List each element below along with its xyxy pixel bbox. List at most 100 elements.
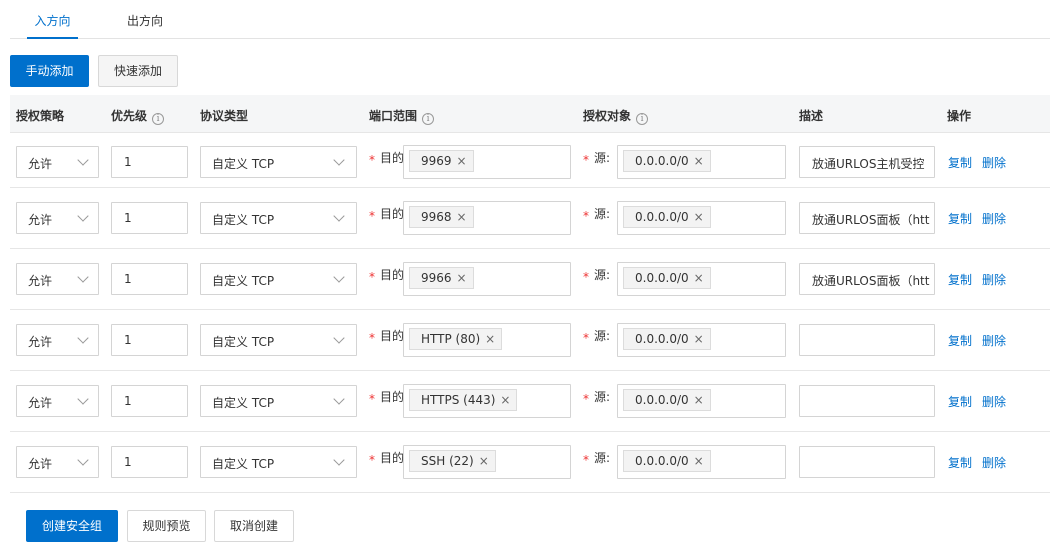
protocol-select-value: 自定义 TCP (212, 335, 275, 349)
priority-input[interactable]: 1 (111, 324, 188, 356)
cancel-create-button[interactable]: 取消创建 (214, 510, 294, 542)
close-icon[interactable]: × (500, 393, 510, 407)
delete-link[interactable]: 删除 (982, 393, 1006, 410)
close-icon[interactable]: × (457, 154, 467, 168)
description-input[interactable]: 放通URLOS面板（htt (799, 263, 935, 295)
source-tag-label: 0.0.0.0/0 (635, 332, 689, 346)
auth-object-field[interactable]: 0.0.0.0/0 × (617, 201, 786, 235)
protocol-select[interactable]: 自定义 TCP (200, 385, 357, 417)
tab-outbound[interactable]: 出方向 (127, 12, 163, 39)
port-tag: HTTP (80) × (409, 328, 503, 350)
policy-select[interactable]: 允许 (16, 202, 99, 234)
priority-value: 1 (124, 333, 132, 347)
required-mark: * (369, 331, 375, 345)
chevron-down-icon (333, 154, 345, 166)
copy-link[interactable]: 复制 (948, 332, 972, 349)
auth-object-field[interactable]: 0.0.0.0/0 × (617, 445, 786, 479)
required-mark: * (369, 453, 375, 467)
description-value: 放通URLOS主机受控 (812, 157, 925, 171)
port-range-field[interactable]: HTTPS (443) × (403, 384, 571, 418)
port-range-field[interactable]: SSH (22) × (403, 445, 571, 479)
close-icon[interactable]: × (694, 332, 704, 346)
port-range-field[interactable]: HTTP (80) × (403, 323, 571, 357)
port-range-field[interactable]: 9969 × (403, 145, 571, 179)
column-description: 描述 (799, 109, 824, 123)
source-label: 源: (594, 390, 611, 404)
column-auth-object-label: 授权对象 (583, 109, 632, 123)
policy-select[interactable]: 允许 (16, 263, 99, 295)
chevron-down-icon (333, 271, 345, 283)
delete-link[interactable]: 删除 (982, 271, 1006, 288)
close-icon[interactable]: × (457, 210, 467, 224)
protocol-select[interactable]: 自定义 TCP (200, 446, 357, 478)
info-icon[interactable]: i (422, 113, 435, 125)
description-input[interactable] (799, 324, 935, 356)
protocol-select[interactable]: 自定义 TCP (200, 324, 357, 356)
info-icon[interactable]: i (152, 113, 165, 125)
copy-link[interactable]: 复制 (948, 154, 972, 171)
policy-select[interactable]: 允许 (16, 446, 99, 478)
close-icon[interactable]: × (694, 454, 704, 468)
priority-input[interactable]: 1 (111, 263, 188, 295)
delete-link[interactable]: 删除 (982, 154, 1006, 171)
policy-select[interactable]: 允许 (16, 146, 99, 178)
priority-input[interactable]: 1 (111, 146, 188, 178)
close-icon[interactable]: × (694, 271, 704, 285)
port-tag: 9966 × (409, 267, 474, 289)
policy-select-value: 允许 (28, 335, 53, 349)
required-mark: * (583, 331, 589, 345)
priority-input[interactable]: 1 (111, 202, 188, 234)
priority-input[interactable]: 1 (111, 385, 188, 417)
rules-table-header: 授权策略 优先级 i 协议类型 端口范围 i 授权对象 i 描述 操作 (10, 95, 1050, 133)
delete-link[interactable]: 删除 (982, 454, 1006, 471)
policy-select-value: 允许 (28, 396, 53, 410)
policy-select[interactable]: 允许 (16, 385, 99, 417)
protocol-select[interactable]: 自定义 TCP (200, 202, 357, 234)
description-input[interactable] (799, 446, 935, 478)
auth-object-field[interactable]: 0.0.0.0/0 × (617, 384, 786, 418)
manual-add-button[interactable]: 手动添加 (10, 55, 89, 87)
close-icon[interactable]: × (694, 210, 704, 224)
priority-value: 1 (124, 272, 132, 286)
quick-add-button[interactable]: 快速添加 (98, 55, 178, 87)
close-icon[interactable]: × (694, 154, 704, 168)
column-priority: 优先级 i (111, 107, 165, 125)
auth-object-field[interactable]: 0.0.0.0/0 × (617, 145, 786, 179)
auth-object-field[interactable]: 0.0.0.0/0 × (617, 323, 786, 357)
table-row: 允许 1 自定义 TCP * 目的 HTTPS (443) × * 源: 0.0.0.0/0 × 复制… (10, 371, 1050, 432)
description-input[interactable]: 放通URLOS面板（htt (799, 202, 935, 234)
priority-input[interactable]: 1 (111, 446, 188, 478)
create-security-group-button[interactable]: 创建安全组 (26, 510, 118, 542)
protocol-select[interactable]: 自定义 TCP (200, 146, 357, 178)
dest-label: 目的 (380, 268, 405, 282)
description-input[interactable] (799, 385, 935, 417)
description-input[interactable]: 放通URLOS主机受控 (799, 146, 935, 178)
table-row: 允许 1 自定义 TCP * 目的 9969 × * 源: 0.0.0.0/0 × 放通URLOS主机… (10, 134, 1050, 188)
protocol-select[interactable]: 自定义 TCP (200, 263, 357, 295)
copy-link[interactable]: 复制 (948, 454, 972, 471)
port-range-field[interactable]: 9966 × (403, 262, 571, 296)
copy-link[interactable]: 复制 (948, 271, 972, 288)
table-row: 允许 1 自定义 TCP * 目的 SSH (22) × * 源: 0.0.0.0/0 × 复制 删除 (10, 432, 1050, 493)
policy-select[interactable]: 允许 (16, 324, 99, 356)
source-label: 源: (594, 329, 611, 343)
dest-label: 目的 (380, 451, 405, 465)
delete-link[interactable]: 删除 (982, 332, 1006, 349)
info-icon[interactable]: i (636, 113, 649, 125)
tab-inbound[interactable]: 入方向 (27, 12, 78, 39)
port-tag-label: 9969 (421, 154, 452, 168)
copy-link[interactable]: 复制 (948, 393, 972, 410)
required-mark: * (369, 392, 375, 406)
delete-link[interactable]: 删除 (982, 210, 1006, 227)
close-icon[interactable]: × (694, 393, 704, 407)
close-icon[interactable]: × (457, 271, 467, 285)
source-tag: 0.0.0.0/0 × (623, 328, 711, 350)
auth-object-field[interactable]: 0.0.0.0/0 × (617, 262, 786, 296)
rule-preview-button[interactable]: 规则预览 (127, 510, 206, 542)
copy-link[interactable]: 复制 (948, 210, 972, 227)
column-protocol: 协议类型 (200, 109, 249, 123)
close-icon[interactable]: × (479, 454, 489, 468)
required-mark: * (369, 153, 375, 167)
port-range-field[interactable]: 9968 × (403, 201, 571, 235)
close-icon[interactable]: × (485, 332, 495, 346)
